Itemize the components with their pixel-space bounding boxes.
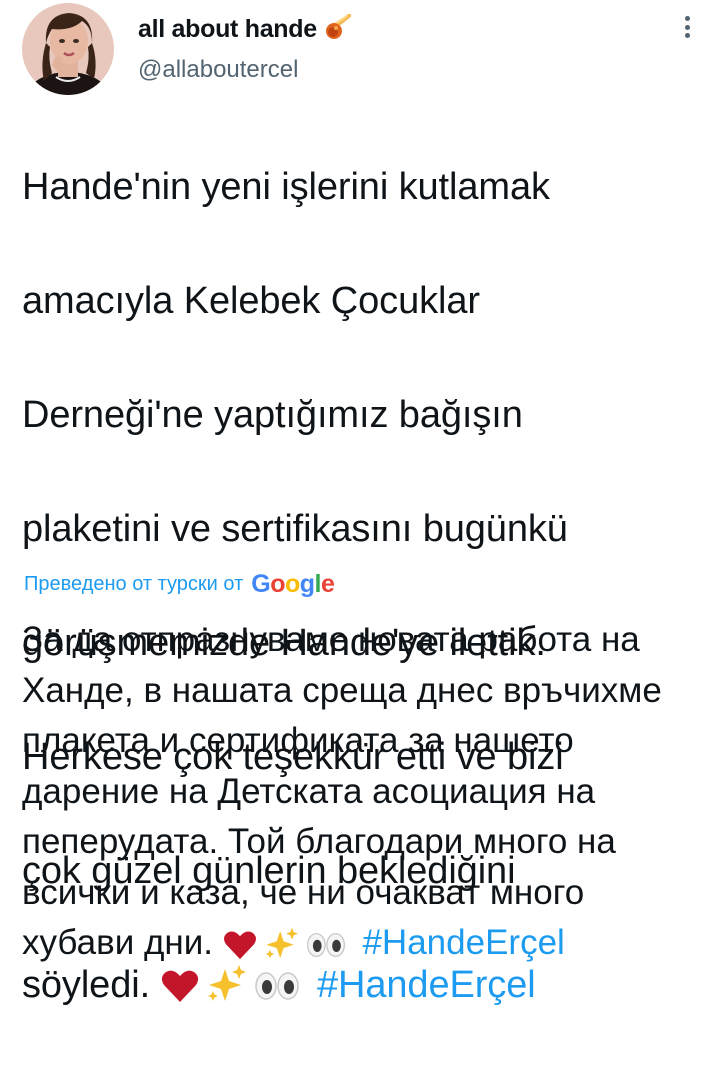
tweet-line: Derneği'ne yaptığımız bağışın: [22, 394, 523, 436]
tweet-author: all about hande @allaboutercel: [138, 12, 352, 84]
translation-last-line: хубави дни. #HandeErçel: [22, 918, 712, 975]
tweet-line: plaketini ve sertifikasını bugünkü: [22, 508, 568, 550]
translation-attribution[interactable]: Преведено от турски от Google: [24, 570, 335, 599]
google-logo: Google: [251, 570, 335, 599]
comet-icon: [325, 12, 352, 45]
sparkles-icon: [263, 924, 299, 975]
translation-line: Ханде, в нашата среща днес връчихме: [22, 670, 662, 710]
eyes-icon: [305, 924, 347, 975]
author-name[interactable]: all about hande: [138, 15, 317, 44]
heart-icon: [223, 924, 257, 975]
translated-text: За да отпразнуваме новата работа на Ханд…: [22, 615, 712, 975]
google-logo-letter: o: [270, 570, 285, 598]
google-logo-letter: G: [251, 570, 271, 598]
translation-line: всички и каза, че ни очакват много: [22, 872, 585, 912]
google-logo-letter: e: [320, 570, 335, 598]
avatar[interactable]: [22, 3, 114, 95]
google-logo-letter: g: [299, 570, 315, 598]
google-logo-letter: o: [284, 570, 300, 598]
translation-line: пеперудата. Той благодари много на: [22, 822, 616, 861]
translation-line: За да отпразнуваме новата работа на: [22, 620, 640, 659]
more-vertical-icon[interactable]: [676, 16, 698, 38]
tweet-line: Hande'nin yeni işlerini kutlamak: [22, 166, 550, 208]
translation-line-text: хубави дни.: [22, 923, 213, 962]
author-handle[interactable]: @allaboutercel: [138, 56, 351, 84]
translation-line: плакета и сертификата за нашето: [22, 721, 574, 760]
tweet-line: amacıyla Kelebek Çocuklar: [22, 280, 480, 322]
translation-line: дарение на Детската асоциация на: [22, 771, 596, 811]
translation-label: Преведено от турски от: [24, 573, 244, 595]
hashtag-link[interactable]: #HandeErçel: [362, 923, 564, 962]
